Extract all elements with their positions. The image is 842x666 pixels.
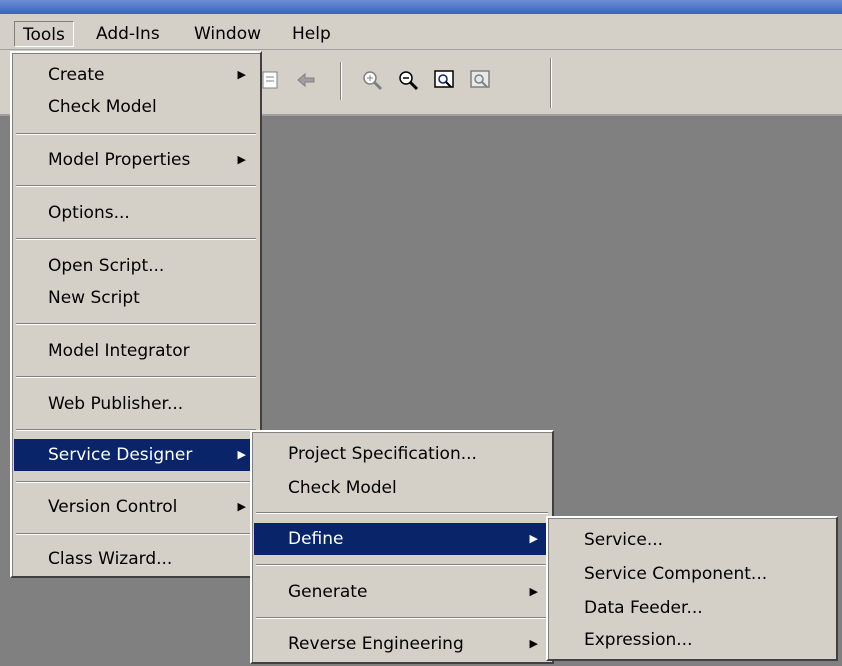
menu-item-label: Reverse Engineering (288, 634, 464, 654)
menu-item-project-specification[interactable]: Project Specification... (254, 438, 550, 470)
define-submenu: Service... Service Component... Data Fee… (546, 516, 838, 661)
submenu-arrow-icon: ▶ (237, 500, 246, 513)
toolbar-separator (340, 62, 342, 100)
menu-item-model-integrator[interactable]: Model Integrator (14, 335, 258, 367)
menu-tools[interactable]: Tools (14, 21, 74, 47)
undo-fit-icon[interactable] (464, 64, 496, 96)
submenu-arrow-icon: ▶ (237, 153, 246, 166)
menu-item-open-script[interactable]: Open Script... (14, 250, 258, 282)
menu-item-label: Options... (48, 203, 130, 223)
menu-separator (16, 133, 256, 135)
toolbar-end-separator (550, 58, 552, 108)
menu-item-label: Model Properties (48, 150, 191, 170)
menu-item-label: Version Control (48, 497, 178, 517)
menu-separator (256, 512, 548, 514)
menu-window[interactable]: Window (186, 21, 269, 47)
menu-item-label: Service Designer (48, 445, 193, 465)
menu-separator (16, 429, 256, 431)
menu-item-version-control[interactable]: Version Control ▶ (14, 491, 258, 523)
menu-item-service[interactable]: Service... (550, 524, 834, 556)
menu-item-class-wizard[interactable]: Class Wizard... (14, 543, 258, 575)
zoom-out-icon[interactable] (392, 64, 424, 96)
menu-item-label: Model Integrator (48, 341, 190, 361)
menu-item-check-model[interactable]: Check Model (14, 91, 258, 123)
menu-separator (16, 185, 256, 187)
menu-item-label: Generate (288, 582, 368, 602)
menu-item-label: Check Model (48, 97, 157, 117)
menu-separator (256, 617, 548, 619)
menu-item-service-component[interactable]: Service Component... (550, 558, 834, 590)
window-title-bar (0, 0, 842, 14)
menu-item-label: Define (288, 529, 344, 549)
menu-item-expression[interactable]: Expression... (550, 624, 834, 656)
menu-separator (16, 238, 256, 240)
menu-separator (16, 481, 256, 483)
menu-item-model-properties[interactable]: Model Properties ▶ (14, 144, 258, 176)
menu-item-generate[interactable]: Generate ▶ (254, 576, 550, 608)
menu-add-ins[interactable]: Add-Ins (88, 21, 168, 47)
menu-item-label: Web Publisher... (48, 394, 184, 414)
menu-item-label: Open Script... (48, 256, 165, 276)
menu-item-label: Expression... (584, 630, 693, 650)
submenu-arrow-icon: ▶ (237, 448, 246, 461)
menu-item-create[interactable]: Create ▶ (14, 59, 258, 91)
menu-item-label: Data Feeder... (584, 598, 703, 618)
menu-item-label: Project Specification... (288, 444, 477, 464)
menu-separator (256, 564, 548, 566)
menu-bar: Tools Add-Ins Window Help (0, 14, 842, 50)
menu-item-label: Check Model (288, 478, 397, 498)
menu-item-label: Service Component... (584, 564, 768, 584)
menu-item-label: Service... (584, 530, 664, 550)
submenu-arrow-icon: ▶ (237, 68, 246, 81)
menu-item-data-feeder[interactable]: Data Feeder... (550, 592, 834, 624)
menu-item-label: Create (48, 65, 105, 85)
submenu-arrow-icon: ▶ (529, 637, 538, 650)
fit-in-window-icon[interactable] (428, 64, 460, 96)
service-designer-submenu: Project Specification... Check Model Def… (250, 430, 554, 664)
menu-item-reverse-engineering[interactable]: Reverse Engineering ▶ (254, 628, 550, 660)
menu-separator (16, 376, 256, 378)
menu-item-options[interactable]: Options... (14, 197, 258, 229)
zoom-in-icon[interactable] (356, 64, 388, 96)
submenu-arrow-icon: ▶ (529, 585, 538, 598)
tools-menu: Create ▶ Check Model Model Properties ▶ Op… (10, 51, 262, 578)
menu-separator (16, 323, 256, 325)
menu-item-check-model[interactable]: Check Model (254, 472, 550, 504)
menu-item-web-publisher[interactable]: Web Publisher... (14, 388, 258, 420)
menu-help[interactable]: Help (284, 21, 339, 47)
menu-item-label: New Script (48, 288, 140, 308)
menu-item-define[interactable]: Define ▶ (254, 523, 550, 555)
menu-item-new-script[interactable]: New Script (14, 282, 258, 314)
submenu-arrow-icon: ▶ (529, 532, 538, 545)
menu-item-service-designer[interactable]: Service Designer ▶ (14, 439, 258, 471)
menu-separator (16, 533, 256, 535)
back-arrow-icon[interactable] (290, 64, 322, 96)
menu-item-label: Class Wizard... (48, 549, 173, 569)
